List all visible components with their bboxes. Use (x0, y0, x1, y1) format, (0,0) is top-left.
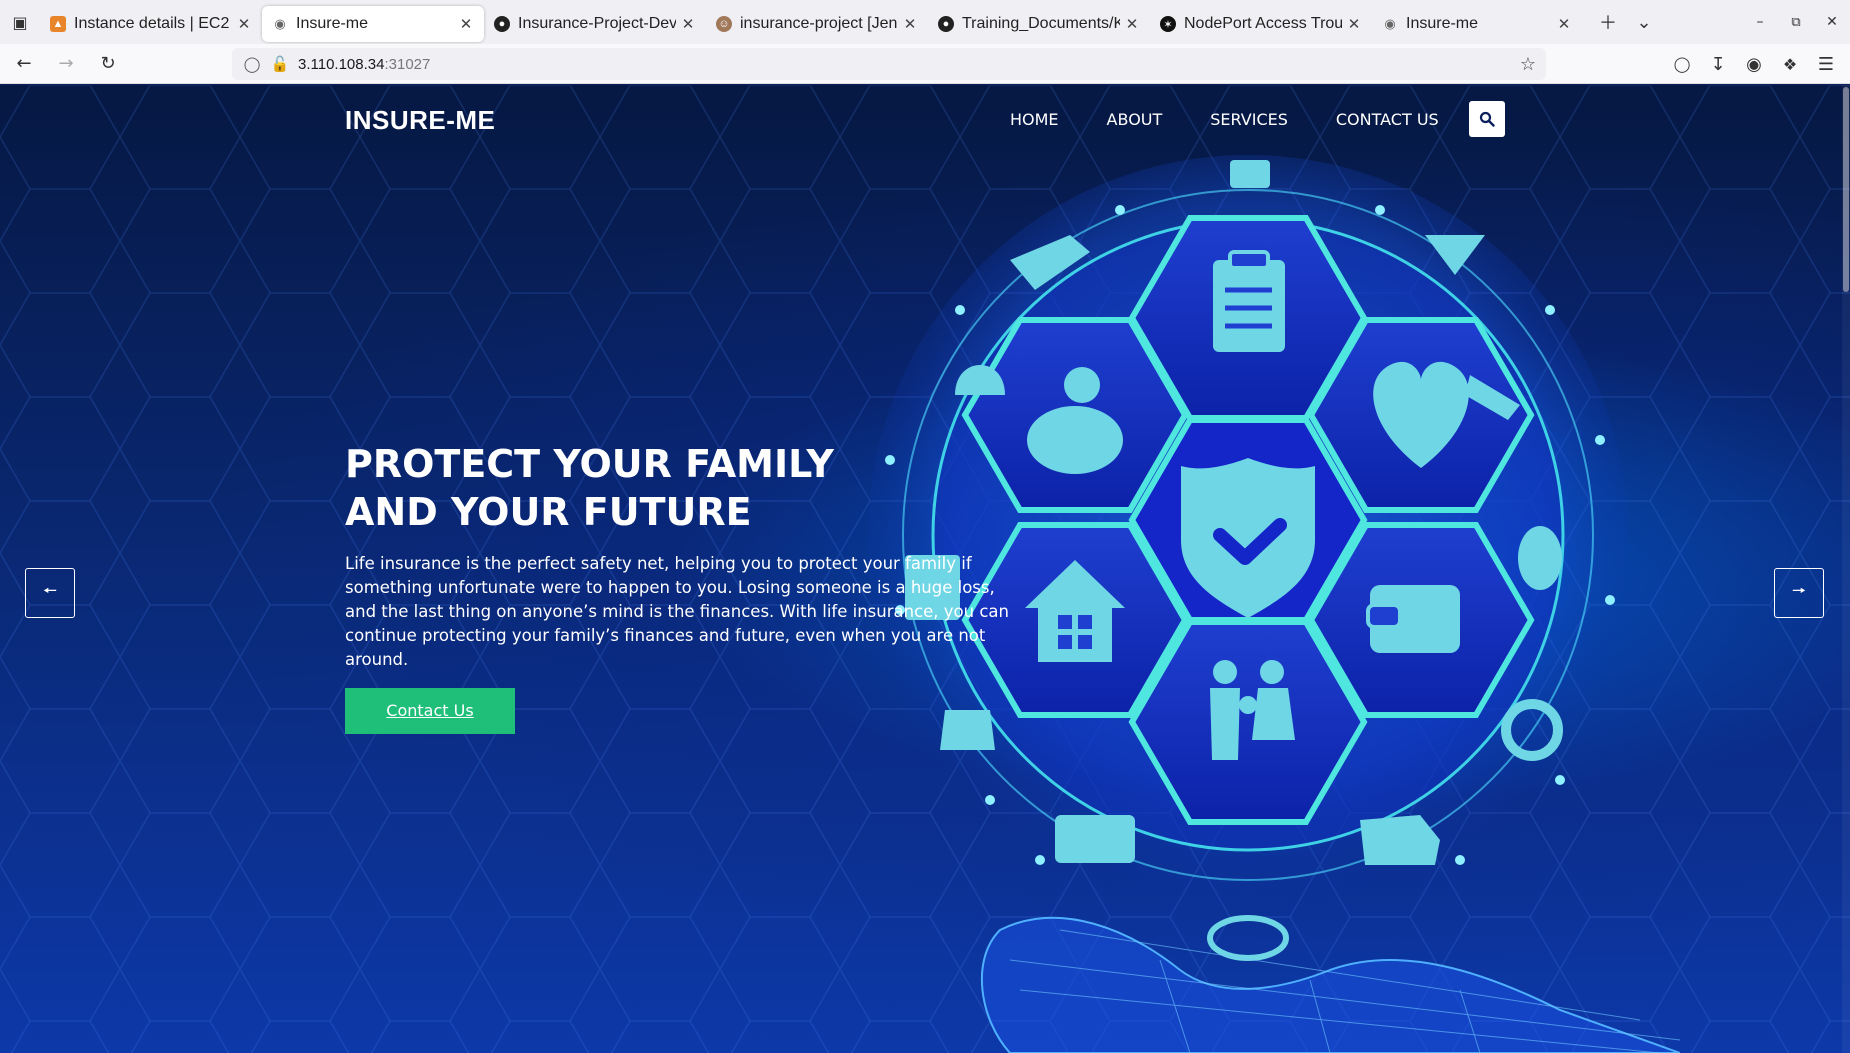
contact-us-button[interactable]: Contact Us (345, 688, 515, 734)
hero-description: Life insurance is the perfect safety net… (345, 554, 1009, 669)
url-host: 3.110.108.34 (298, 55, 385, 73)
browser-nav-bar: ← → ↻ ◯ 🔓 3.110.108.34:31027 ☆ ◯ ↧ ◉ ❖ ☰ (0, 44, 1850, 84)
hero-title-line1: PROTECT YOUR FAMILY (345, 442, 834, 486)
nav-about-link[interactable]: ABOUT (1107, 105, 1163, 135)
browser-tab[interactable]: ▲ Instance details | EC2 | ap ✕ (40, 6, 262, 42)
tab-list-chevron-icon[interactable]: ⌄ (1626, 4, 1662, 40)
insecure-lock-icon[interactable]: 🔓 (270, 55, 290, 73)
reload-icon[interactable]: ↻ (90, 46, 126, 82)
account-icon[interactable]: ◉ (1736, 46, 1772, 82)
arrow-right-icon: 🠖 (1791, 580, 1806, 600)
scrollbar-thumb[interactable] (1843, 87, 1849, 292)
arrow-left-icon: 🠔 (42, 580, 57, 600)
search-button[interactable] (1469, 101, 1505, 137)
browser-tab[interactable]: ● Insurance-Project-Devops ✕ (484, 6, 706, 42)
site-logo[interactable]: INSURE-ME (345, 105, 495, 136)
browser-tab[interactable]: ● Training_Documents/Kub ✕ (928, 6, 1150, 42)
browser-tab[interactable]: ◉ Insure-me ✕ (1372, 6, 1582, 42)
close-tab-icon[interactable]: ✕ (1346, 15, 1362, 33)
close-tab-icon[interactable]: ✕ (1124, 15, 1140, 33)
chatgpt-favicon-icon: ✶ (1160, 16, 1176, 32)
hero-title: PROTECT YOUR FAMILY AND YOUR FUTURE (345, 440, 1025, 536)
bookmark-star-icon[interactable]: ☆ (1520, 54, 1536, 75)
hero-content: PROTECT YOUR FAMILY AND YOUR FUTURE Life… (345, 440, 1025, 734)
github-favicon-icon: ● (494, 16, 510, 32)
nav-services-link[interactable]: SERVICES (1210, 105, 1288, 135)
site-favicon-icon: ◉ (1384, 16, 1396, 31)
tab-label: Insurance-Project-Devops (518, 15, 676, 32)
tab-label: Insure-me (296, 15, 369, 32)
close-window-icon[interactable]: ✕ (1814, 4, 1850, 40)
shield-icon[interactable]: ◯ (242, 55, 262, 73)
minimize-icon[interactable]: – (1742, 4, 1778, 40)
close-tab-icon[interactable]: ✕ (1556, 15, 1572, 33)
tab-overview-icon[interactable]: ▣ (0, 0, 40, 44)
close-tab-icon[interactable]: ✕ (902, 15, 918, 33)
browser-tab[interactable]: ✶ NodePort Access Trouble ✕ (1150, 6, 1372, 42)
downloads-icon[interactable]: ↧ (1700, 46, 1736, 82)
url-port: :31027 (384, 55, 431, 73)
main-nav: HOME ABOUT SERVICES CONTACT US (1010, 105, 1487, 135)
search-icon (1479, 111, 1495, 127)
new-tab-icon[interactable]: ＋ (1590, 4, 1626, 40)
tab-label: Training_Documents/Kub (962, 15, 1120, 32)
tab-label: NodePort Access Trouble (1184, 15, 1342, 32)
page-scrollbar[interactable] (1842, 85, 1850, 1053)
close-tab-icon[interactable]: ✕ (236, 15, 252, 33)
tab-label: Instance details | EC2 | ap (74, 15, 232, 32)
nav-home-link[interactable]: HOME (1010, 105, 1059, 135)
page-hero-section: INSURE-ME HOME ABOUT SERVICES CONTACT US… (0, 85, 1850, 1053)
tab-label: Insure-me (1406, 15, 1479, 32)
hero-title-line2: AND YOUR FUTURE (345, 490, 752, 534)
nav-contact-link[interactable]: CONTACT US (1336, 105, 1439, 135)
browser-tab[interactable]: ☺ insurance-project [Jenkins ✕ (706, 6, 928, 42)
aws-favicon-icon: ▲ (50, 16, 66, 32)
restore-icon[interactable]: ⧉ (1778, 4, 1814, 40)
github-favicon-icon: ● (938, 16, 954, 32)
carousel-next-button[interactable]: 🠖 (1774, 568, 1824, 618)
site-favicon-icon: ◉ (274, 16, 286, 31)
forward-icon[interactable]: → (48, 46, 84, 82)
carousel-prev-button[interactable]: 🠔 (25, 568, 75, 618)
close-tab-icon[interactable]: ✕ (458, 15, 474, 33)
close-tab-icon[interactable]: ✕ (680, 15, 696, 33)
tab-label: insurance-project [Jenkins (740, 15, 898, 32)
back-icon[interactable]: ← (6, 46, 42, 82)
browser-tab-active[interactable]: ◉ Insure-me ✕ (262, 6, 484, 42)
pocket-icon[interactable]: ◯ (1664, 46, 1700, 82)
jenkins-favicon-icon: ☺ (716, 16, 732, 32)
extensions-icon[interactable]: ❖ (1772, 46, 1808, 82)
url-bar[interactable]: ◯ 🔓 3.110.108.34:31027 ☆ (232, 48, 1546, 80)
browser-tab-bar: ▣ ▲ Instance details | EC2 | ap ✕ ◉ Insu… (0, 0, 1850, 44)
menu-hamburger-icon[interactable]: ☰ (1808, 46, 1844, 82)
